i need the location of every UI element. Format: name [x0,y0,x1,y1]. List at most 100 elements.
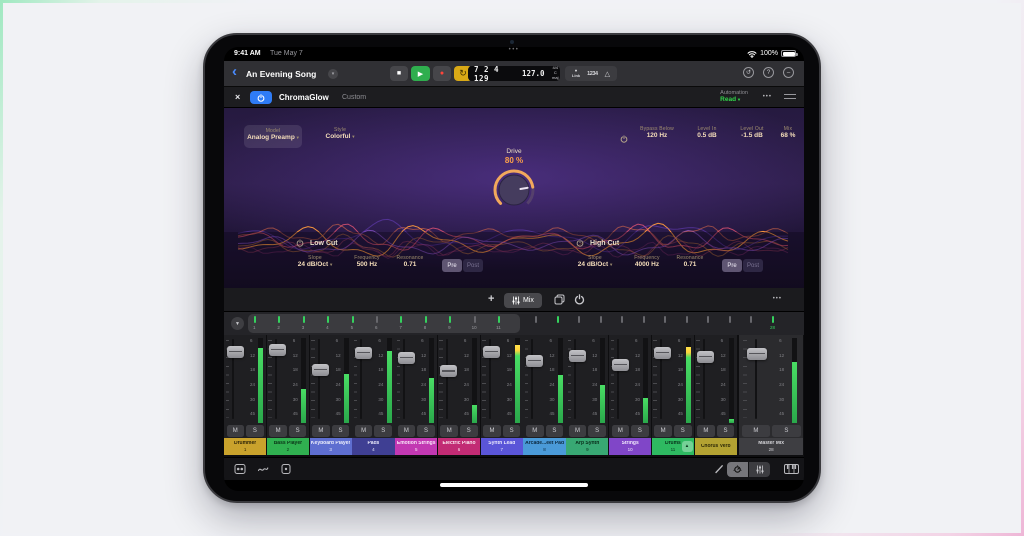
mute-button[interactable]: M [569,425,587,437]
pencil-icon[interactable] [714,464,724,474]
overview-viewport[interactable] [248,314,520,333]
metronome-icon[interactable]: △ [605,70,610,78]
stop-button[interactable]: ■ [390,66,408,81]
solo-button[interactable]: S [546,425,564,437]
overview-tick[interactable] [498,316,500,323]
plugin-preset[interactable]: Custom [342,94,366,101]
duplicate-icon[interactable] [554,294,565,305]
mute-button[interactable]: M [227,425,245,437]
solo-button[interactable]: S [674,425,692,437]
low-cut-resonance[interactable]: Resonance 0.71 [388,255,432,268]
fader-handle[interactable] [227,346,244,358]
mute-button[interactable]: M [440,425,458,437]
overview-tick[interactable] [303,316,305,323]
plugin-more-icon[interactable]: ••• [763,94,772,100]
lcd-display[interactable]: 7 2 4 129 127.0 4/4 C maj [468,66,560,81]
loops-icon[interactable] [257,463,269,475]
fader-handle[interactable] [312,364,329,376]
solo-button[interactable]: S [332,425,350,437]
overview-tick[interactable] [664,316,666,323]
solo-button[interactable]: S [503,425,521,437]
mute-button[interactable]: M [654,425,672,437]
mix-param[interactable]: Mix 68 % [765,126,804,139]
plugin-drag-handle-icon[interactable] [784,94,796,99]
overview-tick[interactable] [376,316,378,323]
track-name-plate[interactable]: Drums 11 ▲ [652,438,694,455]
overview-tick[interactable] [621,316,623,323]
mixer-view-button[interactable] [749,462,770,477]
overview-tick[interactable] [578,316,580,323]
song-dropdown-icon[interactable]: ▾ [328,69,338,79]
high-cut-frequency[interactable]: Frequency 4000 Hz [626,255,668,268]
mute-button[interactable]: M [612,425,630,437]
track-name-plate[interactable]: Keyboard Player 3 [310,438,352,455]
track-name-plate[interactable]: Arp Synth 9 [566,438,608,455]
mute-button[interactable]: M [312,425,330,437]
solo-button[interactable]: S [460,425,478,437]
solo-button[interactable]: S [631,425,649,437]
solo-button[interactable]: S [374,425,392,437]
automation-control[interactable]: Automation Read ▾ [720,90,748,103]
overview-tick[interactable] [254,316,256,323]
overview-tick[interactable] [600,316,602,323]
link-button[interactable]: ●Link [572,69,580,78]
smart-controls-button[interactable] [727,462,748,477]
high-cut-resonance[interactable]: Resonance 0.71 [668,255,712,268]
close-icon[interactable]: × [235,92,240,102]
drive-knob[interactable] [492,168,536,212]
keyboard-icon[interactable] [784,464,799,474]
track-name-plate[interactable]: Pads 4 [352,438,394,455]
high-cut-post-button[interactable]: Post [743,259,763,272]
track-name-plate[interactable]: Emotion Strings 5 [395,438,437,455]
count-in-button[interactable]: 1234 [587,71,598,77]
bypass-below-param[interactable]: Bypass Below 120 Hz [634,126,680,139]
low-cut-post-button[interactable]: Post [463,259,483,272]
overview-tick[interactable] [707,316,709,323]
track-name-plate[interactable]: Chorus Verb [695,438,737,455]
help-icon[interactable]: ? [763,67,774,78]
overview-tick[interactable] [535,316,537,323]
track-name-plate[interactable]: Strings 10 [609,438,651,455]
section-power-icon[interactable] [620,130,628,148]
solo-button[interactable]: S [717,425,735,437]
track-name-plate[interactable]: Synth Lead 7 [481,438,523,455]
back-chevron-icon[interactable]: ‹ [232,63,237,80]
channel-power-icon[interactable] [574,294,585,305]
high-cut-power-icon[interactable] [576,239,584,247]
song-title[interactable]: An Evening Song [246,69,316,79]
plugin-power-button[interactable] [250,91,272,104]
fader-handle[interactable] [269,344,286,356]
overview-tick[interactable] [449,316,451,323]
mute-button[interactable]: M [483,425,501,437]
mix-view-button[interactable]: Mix [504,293,542,308]
mute-button[interactable]: M [742,425,771,437]
mute-button[interactable]: M [269,425,287,437]
solo-button[interactable]: S [246,425,264,437]
mute-button[interactable]: M [398,425,416,437]
mute-button[interactable]: M [355,425,373,437]
low-cut-frequency[interactable]: Frequency 500 Hz [346,255,388,268]
track-name-plate[interactable]: Arcade...eet Pad 8 [523,438,565,455]
fader-handle[interactable] [526,355,543,367]
mute-button[interactable]: M [526,425,544,437]
high-cut-pre-button[interactable]: Pre [722,259,742,272]
fader-handle[interactable] [697,351,714,363]
overview-tick[interactable] [327,316,329,323]
overview-tick[interactable] [474,316,476,323]
filter-tracks-icon[interactable]: ▼ [231,317,244,330]
solo-button[interactable]: S [417,425,435,437]
solo-button[interactable]: S [588,425,606,437]
overview-tick[interactable] [425,316,427,323]
fader-handle[interactable] [569,350,586,362]
plugins-icon[interactable] [280,463,292,475]
controls-browser-icon[interactable] [234,463,246,475]
fader-handle[interactable] [440,365,457,377]
overview-tick[interactable] [643,316,645,323]
fader-handle[interactable] [747,348,767,360]
level-in-param[interactable]: Level In 0.5 dB [684,126,730,139]
high-cut-slope[interactable]: Slope 24 dB/Oct ▾ [564,255,626,268]
overview-tick[interactable] [352,316,354,323]
home-indicator[interactable] [440,483,588,487]
minimize-icon[interactable]: – [783,67,794,78]
model-selector[interactable]: Model Analog Preamp ▾ [244,125,302,148]
